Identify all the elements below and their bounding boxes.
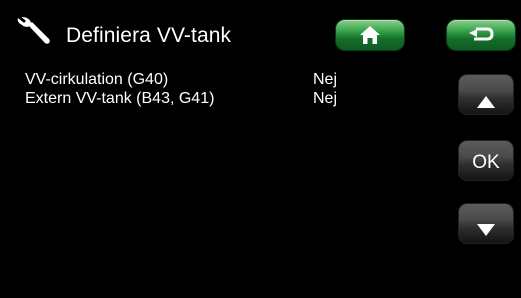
return-arrow-icon: [469, 27, 494, 41]
setting-value: Nej: [313, 71, 338, 88]
page-title: Definiera VV-tank: [66, 24, 232, 47]
header-bar: Definiera VV-tank: [0, 0, 521, 60]
scroll-down-button[interactable]: [458, 203, 514, 244]
settings-list: VV-cirkulation (G40) Nej Extern VV-tank …: [25, 70, 445, 108]
setting-label: VV-cirkulation (G40): [25, 71, 169, 88]
back-button[interactable]: [446, 19, 516, 51]
setting-label: Extern VV-tank (B43, G41): [25, 90, 215, 107]
arrow-down-icon: [477, 223, 495, 236]
arrow-up-icon: [477, 95, 495, 108]
setting-row-extern-vv-tank[interactable]: Extern VV-tank (B43, G41) Nej: [25, 89, 445, 108]
ok-button[interactable]: OK: [458, 140, 514, 181]
setting-value: Nej: [313, 90, 338, 107]
setting-row-vv-cirkulation[interactable]: VV-cirkulation (G40) Nej: [25, 70, 445, 89]
wrench-icon: [17, 16, 50, 44]
home-button[interactable]: [335, 19, 405, 51]
ok-label: OK: [472, 151, 500, 173]
home-icon: [360, 26, 380, 44]
scroll-up-button[interactable]: [458, 74, 514, 115]
